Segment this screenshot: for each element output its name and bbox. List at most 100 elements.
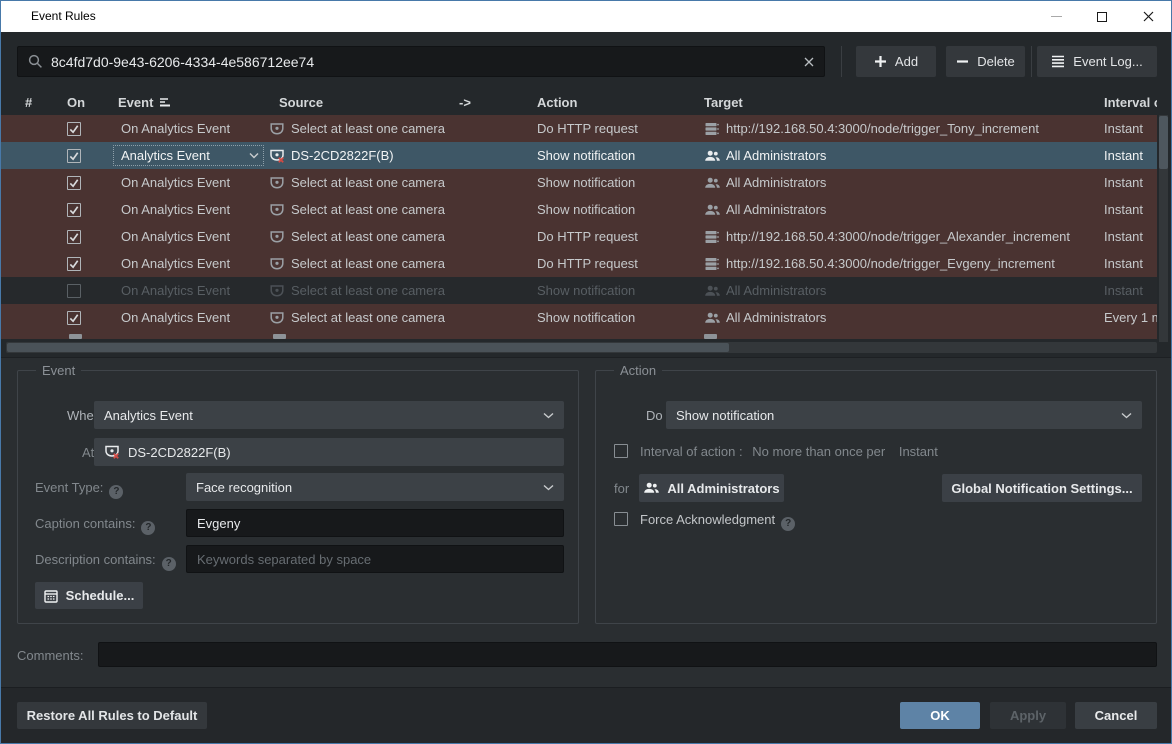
column-header-source[interactable]: Source bbox=[264, 95, 450, 110]
column-header-target[interactable]: Target bbox=[698, 95, 1098, 110]
action-cell[interactable]: Show notification bbox=[531, 142, 698, 169]
interval-cell[interactable]: Instant bbox=[1098, 196, 1157, 223]
source-cell[interactable]: Select at least one camera bbox=[264, 223, 450, 250]
event-cell[interactable]: On Analytics Event bbox=[105, 304, 264, 331]
event-cell[interactable]: On Analytics Event bbox=[105, 250, 264, 277]
target-cell[interactable]: All Administrators bbox=[698, 196, 1098, 223]
table-row[interactable]: On Analytics Event Select at least one c… bbox=[1, 304, 1157, 331]
source-cell[interactable]: Select at least one camera bbox=[264, 169, 450, 196]
when-dropdown[interactable]: Analytics Event bbox=[94, 401, 564, 429]
help-icon[interactable]: ? bbox=[162, 557, 176, 571]
event-cell[interactable]: On Analytics Event bbox=[105, 196, 264, 223]
search-icon bbox=[28, 54, 43, 69]
action-cell[interactable]: Show notification bbox=[531, 304, 698, 331]
delete-button[interactable]: Delete bbox=[946, 46, 1025, 77]
target-cell[interactable]: http://192.168.50.4:3000/node/trigger_Ev… bbox=[698, 250, 1098, 277]
schedule-button[interactable]: Schedule... bbox=[35, 582, 143, 609]
interval-cell[interactable]: Instant bbox=[1098, 169, 1157, 196]
interval-cell[interactable]: Instant bbox=[1098, 277, 1157, 304]
interval-cell[interactable]: Every 1 min bbox=[1098, 304, 1157, 331]
add-button-label: Add bbox=[895, 54, 918, 69]
event-cell[interactable]: On Analytics Event bbox=[105, 169, 264, 196]
interval-cell[interactable]: Instant bbox=[1098, 223, 1157, 250]
rule-enabled-checkbox[interactable] bbox=[67, 176, 81, 190]
camera-icon bbox=[269, 283, 285, 299]
action-cell[interactable]: Show notification bbox=[531, 169, 698, 196]
at-camera-button[interactable]: DS-2CD2822F(B) bbox=[94, 438, 564, 466]
interval-cell[interactable]: Instant bbox=[1098, 250, 1157, 277]
apply-button[interactable]: Apply bbox=[990, 702, 1066, 729]
table-row[interactable]: On Analytics Event Select at least one c… bbox=[1, 169, 1157, 196]
do-dropdown[interactable]: Show notification bbox=[666, 401, 1142, 429]
force-acknowledgment-checkbox[interactable] bbox=[614, 512, 628, 526]
source-cell[interactable]: Select at least one camera bbox=[264, 250, 450, 277]
target-cell[interactable]: http://192.168.50.4:3000/node/trigger_To… bbox=[698, 115, 1098, 142]
event-log-button[interactable]: Event Log... bbox=[1037, 46, 1157, 77]
event-type-dropdown[interactable]: Face recognition bbox=[186, 473, 564, 501]
caption-contains-input[interactable] bbox=[186, 509, 564, 537]
help-icon[interactable]: ? bbox=[141, 521, 155, 535]
help-icon[interactable]: ? bbox=[109, 485, 123, 499]
comments-input[interactable] bbox=[98, 642, 1157, 667]
column-header-number[interactable]: # bbox=[1, 95, 53, 110]
table-row[interactable]: On Analytics Event Select at least one c… bbox=[1, 250, 1157, 277]
horizontal-scrollbar-thumb[interactable] bbox=[7, 343, 729, 352]
column-header-action[interactable]: Action bbox=[531, 95, 698, 110]
source-cell[interactable]: Select at least one camera bbox=[264, 277, 450, 304]
vertical-scrollbar[interactable] bbox=[1159, 115, 1168, 342]
table-row[interactable]: Analytics Event DS-2CD2822F(B) Show noti… bbox=[1, 142, 1157, 169]
column-header-interval[interactable]: Interval of Action bbox=[1098, 95, 1157, 110]
source-cell[interactable]: Select at least one camera bbox=[264, 115, 450, 142]
target-cell[interactable]: All Administrators bbox=[698, 142, 1098, 169]
action-cell[interactable]: Show notification bbox=[531, 277, 698, 304]
rule-enabled-checkbox[interactable] bbox=[67, 149, 81, 163]
action-cell[interactable]: Do HTTP request bbox=[531, 115, 698, 142]
maximize-button[interactable] bbox=[1079, 1, 1125, 32]
event-cell[interactable]: Analytics Event bbox=[105, 142, 264, 169]
event-cell[interactable]: On Analytics Event bbox=[105, 115, 264, 142]
global-notification-settings-button[interactable]: Global Notification Settings... bbox=[942, 474, 1142, 502]
interval-of-action-checkbox[interactable] bbox=[614, 444, 628, 458]
interval-cell[interactable]: Instant bbox=[1098, 115, 1157, 142]
rule-enabled-checkbox[interactable] bbox=[67, 257, 81, 271]
target-cell[interactable]: All Administrators bbox=[698, 277, 1098, 304]
table-row[interactable]: On Analytics Event Select at least one c… bbox=[1, 196, 1157, 223]
target-cell[interactable]: http://192.168.50.4:3000/node/trigger_Al… bbox=[698, 223, 1098, 250]
table-row[interactable]: On Analytics Event Select at least one c… bbox=[1, 277, 1157, 304]
table-row[interactable]: On Analytics Event Select at least one c… bbox=[1, 223, 1157, 250]
close-button[interactable] bbox=[1125, 1, 1171, 32]
cancel-button[interactable]: Cancel bbox=[1075, 702, 1157, 729]
source-cell[interactable]: Select at least one camera bbox=[264, 304, 450, 331]
action-cell[interactable]: Do HTTP request bbox=[531, 223, 698, 250]
vertical-scrollbar-thumb[interactable] bbox=[1159, 116, 1168, 169]
add-button[interactable]: Add bbox=[856, 46, 936, 77]
minimize-button[interactable] bbox=[1033, 1, 1079, 32]
action-cell[interactable]: Do HTTP request bbox=[531, 250, 698, 277]
clear-search-button[interactable] bbox=[794, 47, 824, 76]
rule-enabled-checkbox[interactable] bbox=[67, 284, 81, 298]
search-input[interactable] bbox=[43, 54, 794, 70]
interval-cell[interactable]: Instant bbox=[1098, 142, 1157, 169]
help-icon[interactable]: ? bbox=[781, 517, 795, 531]
action-cell[interactable]: Show notification bbox=[531, 196, 698, 223]
rule-enabled-checkbox[interactable] bbox=[67, 122, 81, 136]
table-row[interactable]: On Analytics Event Select at least one c… bbox=[1, 115, 1157, 142]
column-header-on[interactable]: On bbox=[53, 95, 105, 110]
column-header-arrow[interactable]: -> bbox=[450, 95, 531, 110]
table-row-partial[interactable] bbox=[1, 331, 1157, 339]
source-cell[interactable]: DS-2CD2822F(B) bbox=[264, 142, 450, 169]
target-cell[interactable]: All Administrators bbox=[698, 304, 1098, 331]
rule-enabled-checkbox[interactable] bbox=[67, 311, 81, 325]
description-contains-input[interactable] bbox=[186, 545, 564, 573]
horizontal-scrollbar[interactable] bbox=[6, 342, 1157, 353]
restore-all-rules-button[interactable]: Restore All Rules to Default bbox=[17, 702, 207, 729]
rule-enabled-checkbox[interactable] bbox=[67, 230, 81, 244]
event-cell[interactable]: On Analytics Event bbox=[105, 277, 264, 304]
target-cell[interactable]: All Administrators bbox=[698, 169, 1098, 196]
event-cell[interactable]: On Analytics Event bbox=[105, 223, 264, 250]
ok-button[interactable]: OK bbox=[900, 702, 980, 729]
for-users-button[interactable]: All Administrators bbox=[639, 474, 784, 502]
source-cell[interactable]: Select at least one camera bbox=[264, 196, 450, 223]
column-header-event[interactable]: Event bbox=[105, 95, 264, 110]
rule-enabled-checkbox[interactable] bbox=[67, 203, 81, 217]
